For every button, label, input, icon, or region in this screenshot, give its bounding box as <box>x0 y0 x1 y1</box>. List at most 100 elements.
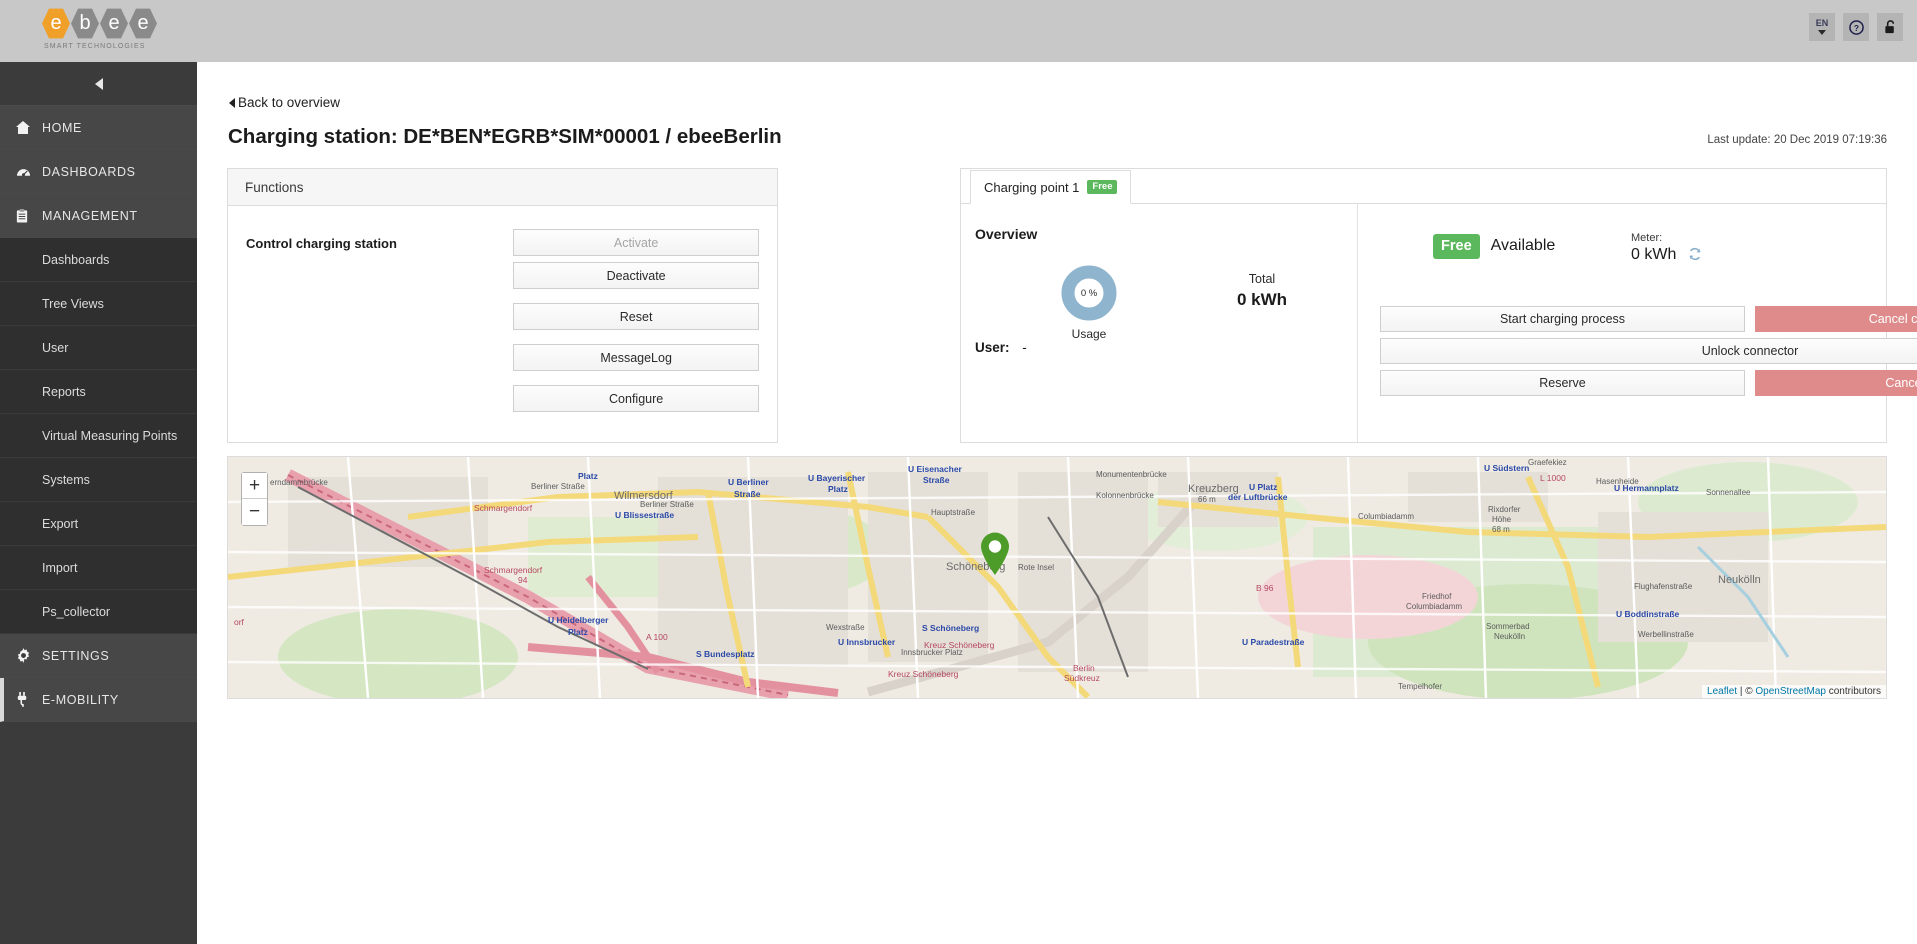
logo-hex-2: b <box>71 8 99 39</box>
map-label: Schmargendorf <box>484 565 543 575</box>
user-value: - <box>1022 340 1027 355</box>
sidebar-item-export[interactable]: Export <box>0 502 197 546</box>
map-label: Platz <box>828 484 848 494</box>
logo-hexagons: e b e e <box>42 8 162 39</box>
leaflet-link[interactable]: Leaflet <box>1707 686 1737 697</box>
map-label: Platz <box>568 627 588 637</box>
sidebar-item-management[interactable]: MANAGEMENT <box>0 194 197 238</box>
logo-tagline: SMART TECHNOLOGIES <box>44 43 146 50</box>
map-zoom-controls[interactable]: + − <box>241 472 268 526</box>
unlock-connector-button[interactable]: Unlock connector <box>1380 338 1917 364</box>
sidebar-label: HOME <box>42 120 82 135</box>
control-charging-station-label: Control charging station <box>246 236 397 251</box>
sidebar-label: Export <box>42 516 79 531</box>
meter-block: Meter: 0 kWh <box>1631 232 1702 264</box>
donut-graphic: 0 % <box>1061 265 1117 321</box>
sidebar-item-dashboards[interactable]: DASHBOARDS <box>0 150 197 194</box>
map-panel[interactable]: Platz Wilmersdorf Berliner Straße erndammbr… <box>227 456 1887 699</box>
configure-button[interactable]: Configure <box>513 385 759 412</box>
map-label: Columbiadamm <box>1406 602 1462 611</box>
map-label: Sonnenallee <box>1706 488 1751 497</box>
sidebar-item-user[interactable]: User <box>0 326 197 370</box>
back-to-overview-link[interactable]: Back to overview <box>229 95 340 110</box>
tab-status-badge: Free <box>1087 180 1118 194</box>
sidebar-label: Virtual Measuring Points <box>42 428 178 443</box>
meter-value: 0 kWh <box>1631 246 1677 263</box>
sidebar-item-tree-views[interactable]: Tree Views <box>0 282 197 326</box>
sidebar-label: Dashboards <box>42 252 110 267</box>
sidebar-label: Ps_collector <box>42 604 111 619</box>
sidebar-item-settings[interactable]: SETTINGS <box>0 634 197 678</box>
map-label: Monumentenbrücke <box>1096 470 1167 479</box>
cancel-reservation-button[interactable]: Cancel reservation <box>1755 370 1917 396</box>
map-label: Friedhof <box>1422 592 1452 601</box>
charging-point-controls: Free Available Meter: 0 kWh Start chargi… <box>1357 204 1917 442</box>
sidebar-item-systems[interactable]: Systems <box>0 458 197 502</box>
cancel-charging-process-button[interactable]: Cancel charging process <box>1755 306 1917 332</box>
map-label: U Heidelberger <box>548 615 609 625</box>
sidebar-collapse-button[interactable] <box>0 62 197 106</box>
activate-button[interactable]: Activate <box>513 229 759 256</box>
map-label: Hauptstraße <box>931 508 976 517</box>
question-circle-icon: ? <box>1848 19 1864 35</box>
refresh-icon[interactable] <box>1688 247 1702 264</box>
map-label: U Innsbrucker <box>838 637 896 647</box>
map-label: Südkreuz <box>1064 673 1100 683</box>
map-label: Kreuz Schöneberg <box>888 669 959 679</box>
deactivate-button[interactable]: Deactivate <box>513 262 759 289</box>
app-logo[interactable]: e b e e SMART TECHNOLOGIES <box>42 8 162 54</box>
map-label: der Luftbrücke <box>1228 492 1288 502</box>
reserve-button[interactable]: Reserve <box>1380 370 1745 396</box>
last-update-text: Last update: 20 Dec 2019 07:19:36 <box>1707 134 1887 146</box>
zoom-in-button[interactable]: + <box>242 473 267 499</box>
zoom-out-button[interactable]: − <box>242 499 267 525</box>
openstreetmap-link[interactable]: OpenStreetMap <box>1755 686 1826 697</box>
sidebar-item-import[interactable]: Import <box>0 546 197 590</box>
map-label: Tempelhofer <box>1398 682 1442 691</box>
map-label: S Schöneberg <box>922 623 979 633</box>
back-link-label: Back to overview <box>238 95 341 110</box>
language-selector[interactable]: EN <box>1809 13 1835 41</box>
tab-label: Charging point 1 <box>984 179 1080 195</box>
map-label: Rote Insel <box>1018 563 1054 572</box>
reset-button[interactable]: Reset <box>513 303 759 330</box>
sidebar-label: Tree Views <box>42 296 104 311</box>
start-charging-process-button[interactable]: Start charging process <box>1380 306 1745 332</box>
sidebar: HOME DASHBOARDS MANAGEMENT Dashboards Tr… <box>0 62 197 944</box>
message-log-button[interactable]: MessageLog <box>513 344 759 371</box>
status-row: Free Available <box>1433 234 1555 259</box>
attrib-sep: | © <box>1737 686 1756 697</box>
usage-value: 0 % <box>1080 287 1098 299</box>
attrib-tail: contributors <box>1825 686 1881 697</box>
help-button[interactable]: ? <box>1843 13 1869 41</box>
map-label: Straße <box>923 475 950 485</box>
map-pin-icon[interactable] <box>980 532 1010 581</box>
functions-panel: Functions Control charging station Activ… <box>227 168 778 443</box>
sidebar-item-virtual-measuring-points[interactable]: Virtual Measuring Points <box>0 414 197 458</box>
map-label: Neukölln <box>1718 574 1761 586</box>
lock-button[interactable] <box>1877 13 1903 41</box>
sidebar-item-dashboards-sub[interactable]: Dashboards <box>0 238 197 282</box>
map-label: Kolonnenbrücke <box>1096 491 1154 500</box>
language-label: EN <box>1815 18 1829 28</box>
map-label: erndammbrücke <box>270 478 328 487</box>
logo-hex-1: e <box>42 8 70 39</box>
unlock-icon <box>1884 20 1894 34</box>
map-label: U Südstern <box>1484 463 1529 473</box>
map-label: Berliner Straße <box>531 482 585 491</box>
sidebar-item-reports[interactable]: Reports <box>0 370 197 414</box>
sidebar-item-home[interactable]: HOME <box>0 106 197 150</box>
meter-value-row: 0 kWh <box>1631 246 1702 264</box>
gear-icon <box>16 648 42 663</box>
gauge-icon <box>16 165 42 178</box>
sidebar-label: Systems <box>42 472 90 487</box>
sidebar-item-ps-collector[interactable]: Ps_collector <box>0 590 197 634</box>
map-label: Flughafenstraße <box>1634 582 1693 591</box>
functions-panel-header: Functions <box>228 169 777 206</box>
map-label: Berliner Straße <box>640 500 694 509</box>
functions-panel-body: Control charging station Activate Deacti… <box>228 206 777 412</box>
tab-charging-point-1[interactable]: Charging point 1 Free <box>970 170 1132 204</box>
sidebar-item-e-mobility[interactable]: E-MOBILITY <box>0 678 197 722</box>
overview-title: Overview <box>975 226 1038 242</box>
map-label: U Paradestraße <box>1242 637 1305 647</box>
